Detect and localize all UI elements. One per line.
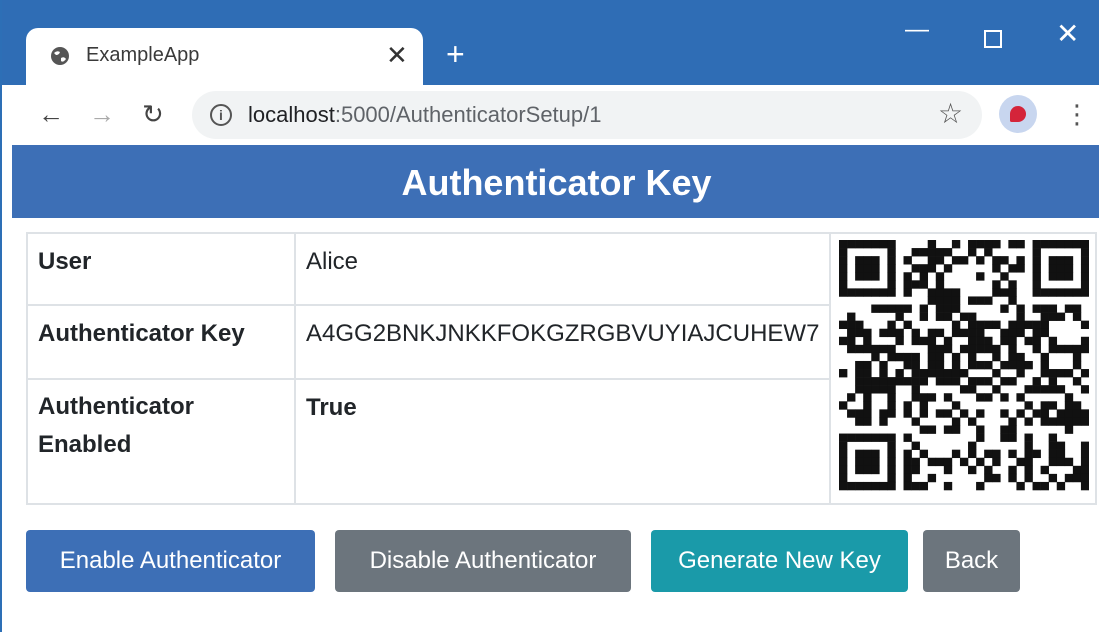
back-arrow-icon[interactable]: ← [38,101,64,127]
browser-tab[interactable]: ExampleApp ✕ [26,28,423,85]
back-button[interactable]: Back [923,530,1020,592]
forward-arrow-icon[interactable]: → [89,101,115,127]
url-text[interactable]: localhost:5000/AuthenticatorSetup/1 [248,102,602,128]
page-title: Authenticator Key [12,145,1099,218]
url-host: localhost [248,102,335,127]
profile-avatar[interactable] [999,95,1037,133]
authenticator-enabled-value: True [293,377,832,506]
disable-authenticator-button[interactable]: Disable Authenticator [335,530,631,592]
qr-cell [829,232,1098,505]
generate-new-key-button[interactable]: Generate New Key [651,530,908,592]
row-value: Alice [293,232,832,306]
url-path: :5000/AuthenticatorSetup/1 [334,102,602,127]
authenticator-table: User Alice Authenticator Key A4GG2BNKJNK… [26,232,1098,506]
bookmark-star-icon[interactable]: ☆ [938,98,963,130]
reload-icon[interactable]: ↻ [142,101,164,127]
browser-toolbar: ← → ↻ i localhost:5000/AuthenticatorSetu… [2,85,1099,145]
address-bar[interactable]: i localhost:5000/AuthenticatorSetup/1 ☆ [192,91,982,139]
globe-icon [51,47,69,65]
row-label: Authenticator Key [26,303,296,380]
table-row: User Alice [26,232,1098,505]
title-bar: ExampleApp ✕ + — ✕ [2,0,1099,85]
browser-window: ExampleApp ✕ + — ✕ ← → ↻ i localhost:500… [0,0,1099,632]
row-label: User [26,232,296,306]
enable-authenticator-button[interactable]: Enable Authenticator [26,530,315,592]
tab-close-icon[interactable]: ✕ [386,40,408,70]
minimize-icon[interactable]: — [905,18,929,42]
kebab-menu-icon[interactable]: ⋮ [1064,99,1090,129]
row-value: A4GG2BNKJNKKFOKGZRGBVUYIAJCUHEW7 [293,303,832,380]
window-close-icon[interactable]: ✕ [1056,20,1079,48]
row-label: Authenticator Enabled [26,377,296,506]
maximize-icon[interactable] [984,30,1002,48]
qr-code [839,240,1090,491]
tab-title: ExampleApp [86,44,200,66]
info-icon[interactable]: i [210,104,232,126]
new-tab-icon[interactable]: + [446,38,465,70]
